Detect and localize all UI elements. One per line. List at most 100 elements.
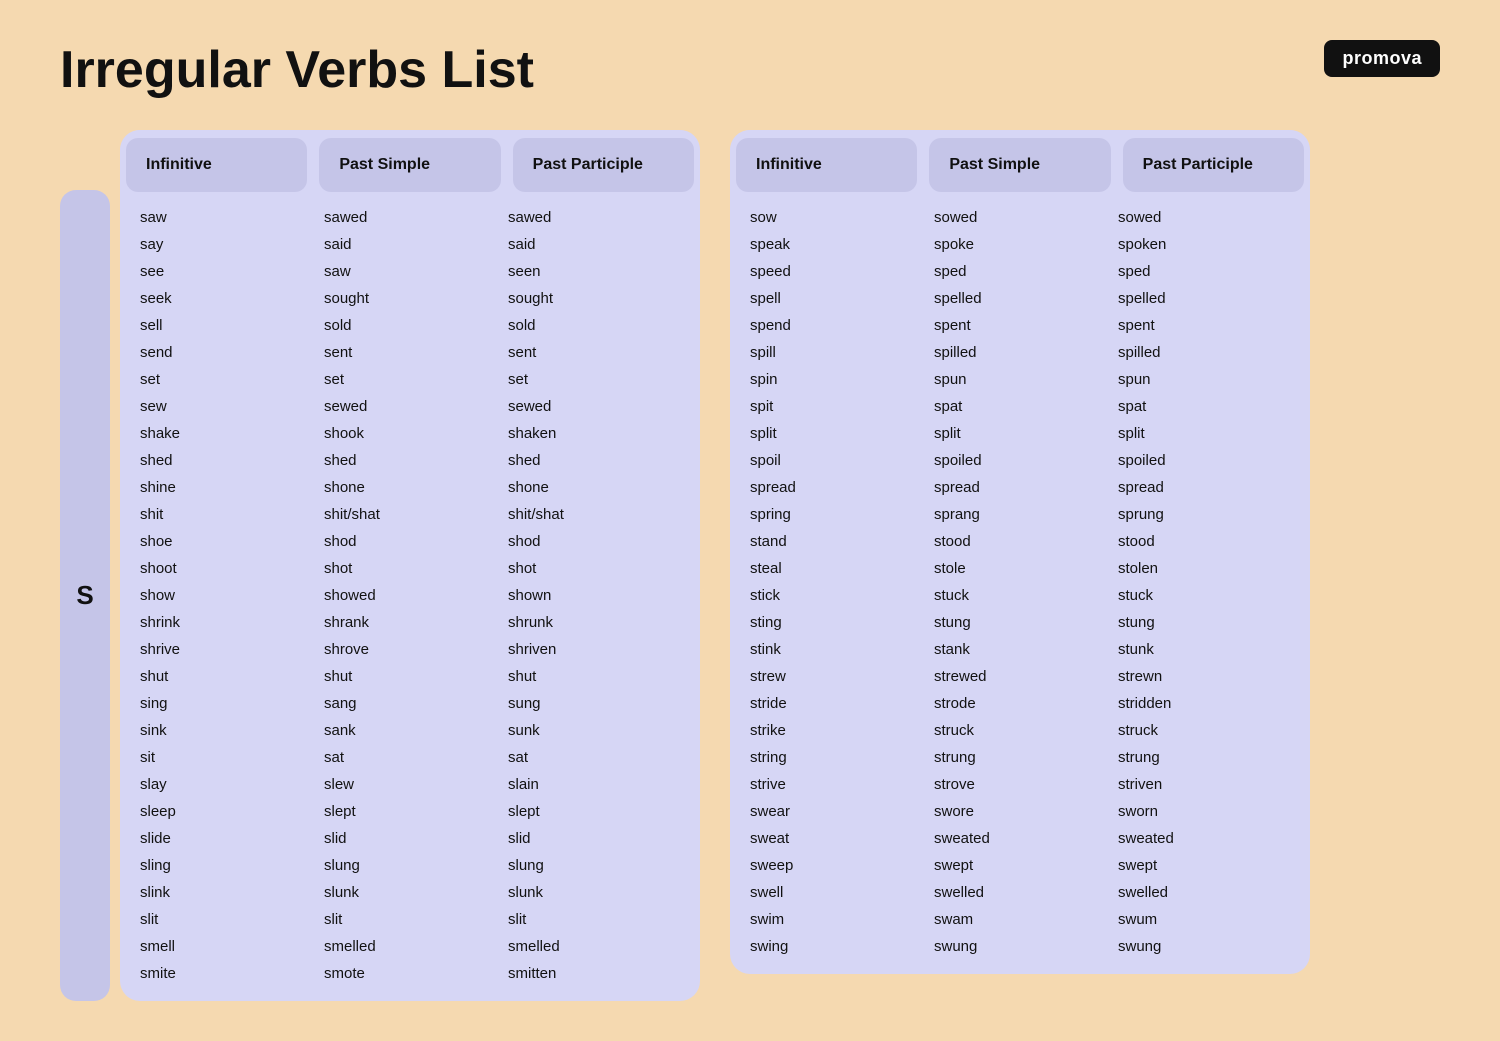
- cell-past-participle: spelled: [1112, 287, 1296, 310]
- cell-past-participle: spoken: [1112, 233, 1296, 256]
- cell-infinitive: strike: [744, 719, 928, 742]
- cell-past-participle: stuck: [1112, 584, 1296, 607]
- cell-infinitive: sting: [744, 611, 928, 634]
- cell-past-participle: spat: [1112, 395, 1296, 418]
- cell-infinitive: swing: [744, 935, 928, 958]
- cell-past-participle: sped: [1112, 260, 1296, 283]
- cell-infinitive: stand: [744, 530, 928, 553]
- cell-infinitive: shit: [134, 503, 318, 526]
- cell-infinitive: strew: [744, 665, 928, 688]
- cell-past-simple: spread: [928, 476, 1112, 499]
- cell-past-participle: stolen: [1112, 557, 1296, 580]
- cell-infinitive: shed: [134, 449, 318, 472]
- cell-past-simple: strung: [928, 746, 1112, 769]
- cell-past-participle: shed: [502, 449, 686, 472]
- table-row: sleep slept slept: [134, 798, 686, 825]
- cell-infinitive: spoil: [744, 449, 928, 472]
- table-row: seek sought sought: [134, 285, 686, 312]
- cell-infinitive: spread: [744, 476, 928, 499]
- table-row: stick stuck stuck: [744, 582, 1296, 609]
- cell-past-participle: sat: [502, 746, 686, 769]
- cell-infinitive: shine: [134, 476, 318, 499]
- cell-infinitive: slink: [134, 881, 318, 904]
- cell-past-simple: spoke: [928, 233, 1112, 256]
- cell-past-simple: sent: [318, 341, 502, 364]
- cell-past-simple: swelled: [928, 881, 1112, 904]
- cell-infinitive: sow: [744, 206, 928, 229]
- table-row: spring sprang sprung: [744, 501, 1296, 528]
- cell-past-participle: shut: [502, 665, 686, 688]
- cell-infinitive: smell: [134, 935, 318, 958]
- table-row: smell smelled smelled: [134, 933, 686, 960]
- cell-past-participle: sewed: [502, 395, 686, 418]
- table-row: swim swam swum: [744, 906, 1296, 933]
- cell-past-simple: showed: [318, 584, 502, 607]
- left-header-past-participle: Past Participle: [513, 138, 694, 192]
- cell-past-simple: shut: [318, 665, 502, 688]
- table-row: spit spat spat: [744, 393, 1296, 420]
- table-row: shoot shot shot: [134, 555, 686, 582]
- table-row: sweep swept swept: [744, 852, 1296, 879]
- table-row: stink stank stunk: [744, 636, 1296, 663]
- cell-past-simple: shod: [318, 530, 502, 553]
- right-header-past-simple: Past Simple: [929, 138, 1110, 192]
- cell-past-simple: sawed: [318, 206, 502, 229]
- cell-past-simple: spun: [928, 368, 1112, 391]
- cell-infinitive: sit: [134, 746, 318, 769]
- cell-past-simple: shot: [318, 557, 502, 580]
- cell-infinitive: saw: [134, 206, 318, 229]
- cell-past-simple: slid: [318, 827, 502, 850]
- table-row: slide slid slid: [134, 825, 686, 852]
- cell-past-participle: swung: [1112, 935, 1296, 958]
- left-table-body: saw sawed sawed say said said see saw se…: [120, 200, 700, 1001]
- cell-past-simple: sang: [318, 692, 502, 715]
- cell-infinitive: send: [134, 341, 318, 364]
- table-row: sting stung stung: [744, 609, 1296, 636]
- cell-past-participle: spilled: [1112, 341, 1296, 364]
- cell-past-participle: sunk: [502, 719, 686, 742]
- cell-past-participle: slid: [502, 827, 686, 850]
- cell-infinitive: sweep: [744, 854, 928, 877]
- cell-past-participle: swept: [1112, 854, 1296, 877]
- table-row: sew sewed sewed: [134, 393, 686, 420]
- cell-past-participle: split: [1112, 422, 1296, 445]
- cell-past-participle: sweated: [1112, 827, 1296, 850]
- cell-past-simple: shone: [318, 476, 502, 499]
- table-row: slink slunk slunk: [134, 879, 686, 906]
- cell-past-participle: shot: [502, 557, 686, 580]
- table-row: swell swelled swelled: [744, 879, 1296, 906]
- cell-infinitive: spend: [744, 314, 928, 337]
- cell-past-participle: spent: [1112, 314, 1296, 337]
- cell-past-participle: smelled: [502, 935, 686, 958]
- tables-wrapper: S Infinitive Past Simple Past Participle…: [60, 130, 1440, 1001]
- table-row: shake shook shaken: [134, 420, 686, 447]
- cell-past-simple: swore: [928, 800, 1112, 823]
- cell-past-simple: strewed: [928, 665, 1112, 688]
- cell-infinitive: sew: [134, 395, 318, 418]
- cell-past-participle: sought: [502, 287, 686, 310]
- cell-infinitive: spit: [744, 395, 928, 418]
- cell-past-participle: stunk: [1112, 638, 1296, 661]
- cell-past-participle: spread: [1112, 476, 1296, 499]
- cell-infinitive: set: [134, 368, 318, 391]
- table-row: spill spilled spilled: [744, 339, 1296, 366]
- table-row: spoil spoiled spoiled: [744, 447, 1296, 474]
- cell-past-participle: shown: [502, 584, 686, 607]
- cell-past-participle: shrunk: [502, 611, 686, 634]
- left-table-section: S Infinitive Past Simple Past Participle…: [60, 130, 700, 1001]
- cell-past-participle: shone: [502, 476, 686, 499]
- cell-infinitive: slide: [134, 827, 318, 850]
- cell-infinitive: slit: [134, 908, 318, 931]
- cell-past-simple: slept: [318, 800, 502, 823]
- cell-past-simple: said: [318, 233, 502, 256]
- table-row: strive strove striven: [744, 771, 1296, 798]
- cell-past-participle: sawed: [502, 206, 686, 229]
- cell-past-participle: swum: [1112, 908, 1296, 931]
- cell-infinitive: speak: [744, 233, 928, 256]
- table-row: sell sold sold: [134, 312, 686, 339]
- table-row: smite smote smitten: [134, 960, 686, 987]
- table-row: say said said: [134, 231, 686, 258]
- cell-infinitive: sweat: [744, 827, 928, 850]
- cell-infinitive: split: [744, 422, 928, 445]
- cell-infinitive: shrive: [134, 638, 318, 661]
